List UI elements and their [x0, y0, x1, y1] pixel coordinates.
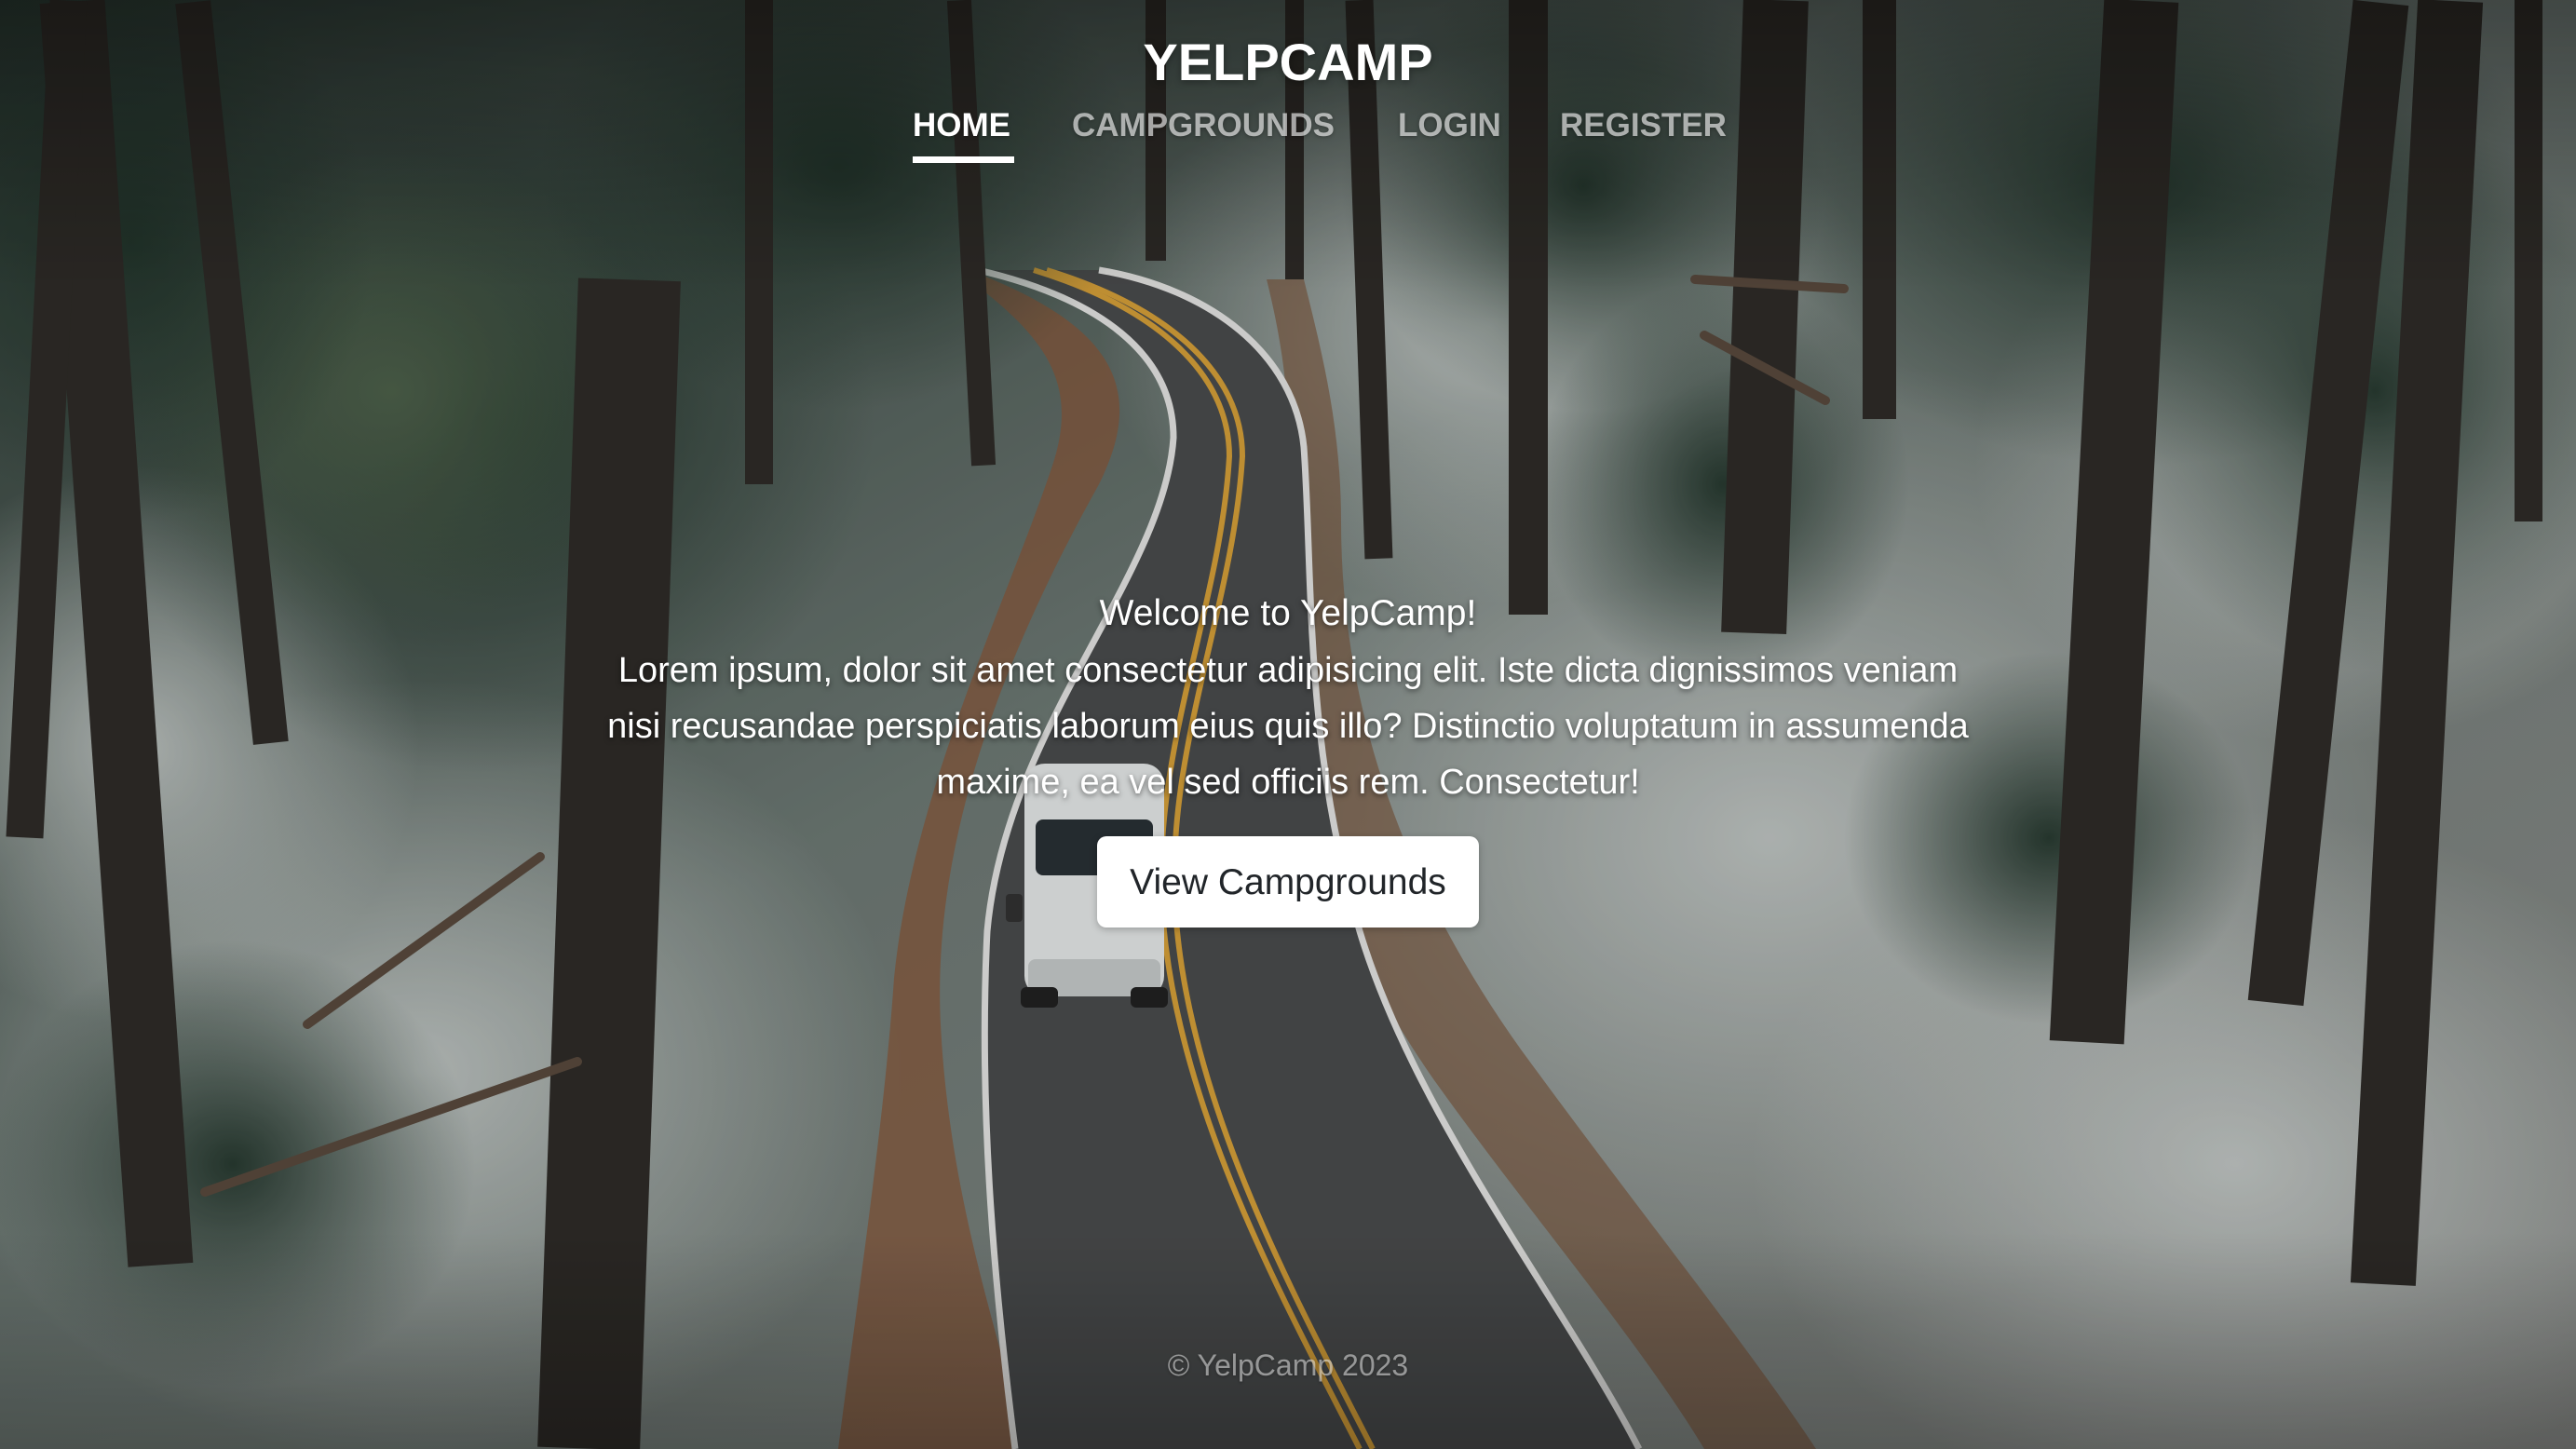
hero-text-line-2: nisi recusandae perspiciatis laborum eiu…: [607, 707, 1969, 746]
nav-campgrounds-link[interactable]: CAMPGROUNDS: [1072, 102, 1335, 149]
footer-copyright: © YelpCamp 2023: [1167, 1348, 1409, 1382]
landing-page: YELPCAMP HOME CAMPGROUNDS LOGIN REGISTER…: [0, 0, 2576, 1449]
main-nav: HOME CAMPGROUNDS LOGIN REGISTER: [0, 102, 2576, 168]
hero-text-line-1: Lorem ipsum, dolor sit amet consectetur …: [617, 651, 1959, 690]
view-campgrounds-button[interactable]: View Campgrounds: [1097, 836, 1479, 928]
nav-register-link[interactable]: REGISTER: [1560, 102, 1727, 149]
brand-title: YELPCAMP: [1143, 33, 1433, 91]
active-nav-indicator: [913, 156, 1014, 163]
nav-login-link[interactable]: LOGIN: [1398, 102, 1501, 149]
hero-heading: Welcome to YelpCamp!: [1099, 593, 1477, 633]
hero-section: Welcome to YelpCamp! Lorem ipsum, dolor …: [543, 585, 2033, 810]
hero-text-line-3: maxime, ea vel sed officiis rem. Consect…: [936, 763, 1640, 802]
nav-home-link[interactable]: HOME: [913, 102, 1010, 149]
